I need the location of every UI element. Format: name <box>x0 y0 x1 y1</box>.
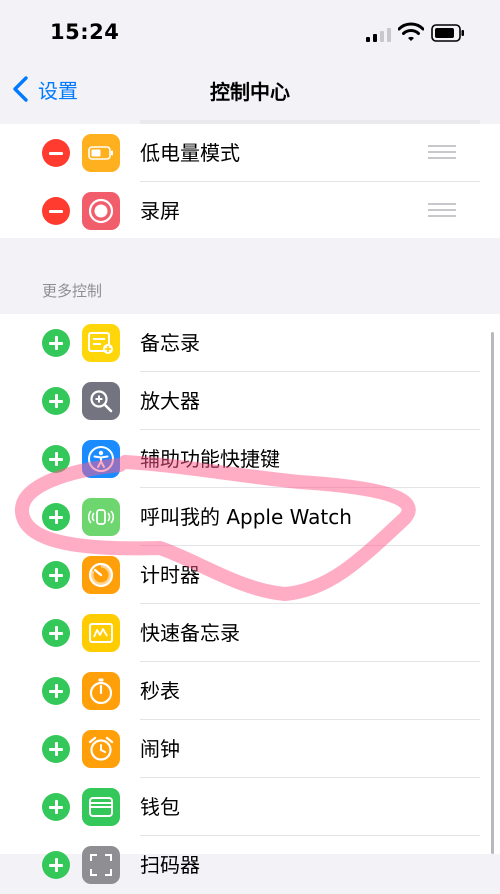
notes-icon <box>88 332 113 354</box>
accessibility-app-icon <box>82 440 120 478</box>
timer-icon <box>88 562 114 588</box>
scanner-icon <box>90 854 112 876</box>
included-controls-list: 低电量模式 录屏 <box>0 124 500 238</box>
control-label: 秒表 <box>140 679 180 703</box>
magnifier-icon <box>90 390 113 413</box>
low-power-app-icon <box>82 134 120 172</box>
status-time: 15:24 <box>50 20 120 44</box>
add-button[interactable] <box>42 793 70 821</box>
control-row-stopwatch: 秒表 <box>0 662 500 720</box>
control-row-low-power-mode: 低电量模式 <box>0 124 500 182</box>
add-button[interactable] <box>42 329 70 357</box>
reorder-handle[interactable] <box>428 145 456 161</box>
notes-app-icon <box>82 324 120 362</box>
stopwatch-app-icon <box>82 672 120 710</box>
add-button[interactable] <box>42 503 70 531</box>
control-row-alarm: 闹钟 <box>0 720 500 778</box>
control-row-notes: 备忘录 <box>0 314 500 372</box>
wallet-icon <box>89 797 113 817</box>
control-label: 低电量模式 <box>140 141 240 165</box>
screen-recording-app-icon <box>82 192 120 230</box>
control-label: 扫码器 <box>140 853 200 877</box>
ping-watch-app-icon <box>82 498 120 536</box>
control-label: 备忘录 <box>140 331 200 355</box>
remove-button[interactable] <box>42 197 70 225</box>
cellular-signal-icon <box>366 26 392 42</box>
scroll-indicator[interactable] <box>491 332 494 854</box>
add-button[interactable] <box>42 851 70 879</box>
navigation-bar: 设置 控制中心 <box>0 64 500 116</box>
add-button[interactable] <box>42 561 70 589</box>
control-row-timer: 计时器 <box>0 546 500 604</box>
stopwatch-icon <box>89 678 113 705</box>
control-label: 计时器 <box>140 563 200 587</box>
add-button[interactable] <box>42 445 70 473</box>
control-label: 呼叫我的 Apple Watch <box>140 505 352 529</box>
alarm-app-icon <box>82 730 120 768</box>
page-title: 控制中心 <box>210 80 290 104</box>
wallet-app-icon <box>82 788 120 826</box>
control-row-magnifier: 放大器 <box>0 372 500 430</box>
remove-button[interactable] <box>42 139 70 167</box>
add-button[interactable] <box>42 619 70 647</box>
control-label: 快速备忘录 <box>140 621 240 645</box>
wifi-icon <box>398 22 424 41</box>
add-button[interactable] <box>42 735 70 763</box>
quick-note-app-icon <box>82 614 120 652</box>
battery-icon <box>88 146 113 160</box>
control-row-wallet: 钱包 <box>0 778 500 836</box>
accessibility-icon <box>88 446 114 472</box>
control-label: 辅助功能快捷键 <box>140 447 280 471</box>
control-row-accessibility-shortcut: 辅助功能快捷键 <box>0 430 500 488</box>
control-label: 闹钟 <box>140 737 180 761</box>
control-row-quick-note: 快速备忘录 <box>0 604 500 662</box>
battery-icon <box>431 24 464 42</box>
reorder-handle[interactable] <box>428 203 456 219</box>
control-label: 钱包 <box>140 795 180 819</box>
control-row-code-scanner: 扫码器 <box>0 836 500 894</box>
quick-note-icon <box>89 623 113 643</box>
control-row-ping-apple-watch: 呼叫我的 Apple Watch <box>0 488 500 546</box>
record-icon <box>88 198 114 224</box>
status-bar: 15:24 <box>0 0 500 64</box>
control-label: 放大器 <box>140 389 200 413</box>
add-button[interactable] <box>42 387 70 415</box>
add-button[interactable] <box>42 677 70 705</box>
timer-app-icon <box>82 556 120 594</box>
alarm-icon <box>88 736 114 761</box>
control-label: 录屏 <box>140 199 180 223</box>
scanner-app-icon <box>82 846 120 884</box>
section-header-more-controls: 更多控制 <box>42 282 103 300</box>
magnifier-app-icon <box>82 382 120 420</box>
watch-ping-icon <box>87 509 115 525</box>
more-controls-list: 备忘录 放大器 辅助功能快捷键 呼叫我的 Apple Watch 计时器 快速备… <box>0 314 500 884</box>
control-row-screen-recording: 录屏 <box>0 182 500 240</box>
